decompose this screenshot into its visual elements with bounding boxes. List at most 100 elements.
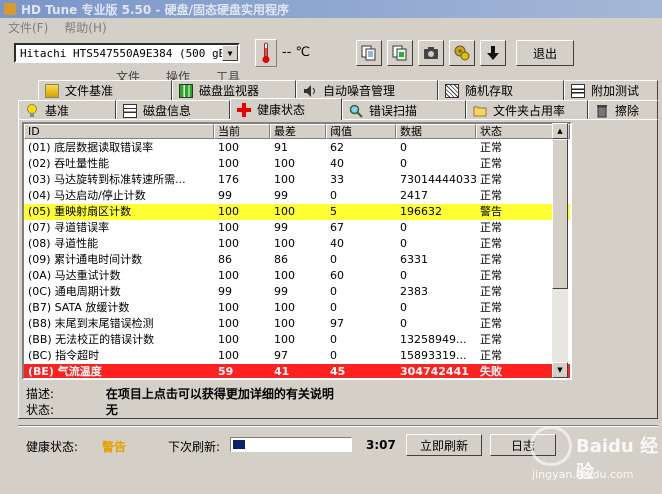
cell-threshold: 62 <box>330 141 344 154</box>
cell-worst: 97 <box>274 349 288 362</box>
cell-threshold: 0 <box>330 349 337 362</box>
tab-aam-label: 自动噪音管理 <box>323 84 396 98</box>
tab-folder-usage[interactable]: 文件夹占用率 <box>466 100 588 120</box>
tab-random-access-label: 随机存取 <box>465 84 514 98</box>
tab-error-scan[interactable]: 错误扫描 <box>342 100 466 120</box>
scroll-down-icon[interactable]: ▼ <box>552 362 568 378</box>
cell-id: (BC) 指令超时 <box>28 349 100 362</box>
cell-threshold: 0 <box>330 253 337 266</box>
tab-operation[interactable]: 操作 <box>166 68 190 80</box>
table-row[interactable]: (BB) 无法校正的错误计数 100 100 0 13258949... 正常 <box>24 332 570 348</box>
file-benchmark-icon <box>45 83 59 98</box>
col-current[interactable]: 当前 <box>214 124 270 139</box>
drive-select[interactable]: Hitachi HTS547550A9E384 (500 gB) ▼ <box>14 43 240 63</box>
tab-erase[interactable]: 擦除 <box>588 100 658 120</box>
description-value: 在项目上点击可以获得更加详细的有关说明 <box>105 387 334 401</box>
table-row[interactable]: (05) 重映射扇区计数 100 100 5 196632 警告 <box>24 204 570 220</box>
tab-erase-label: 擦除 <box>615 104 640 118</box>
menu-help[interactable]: 帮助(H) <box>64 19 106 36</box>
menu-file[interactable]: 文件(F) <box>8 19 48 36</box>
exit-button[interactable]: 退出 <box>516 40 574 66</box>
scroll-up-icon[interactable]: ▲ <box>552 123 568 139</box>
cell-data: 0 <box>400 237 407 250</box>
cell-id: (07) 寻道错误率 <box>28 221 110 234</box>
tab-disk-monitor[interactable]: 磁盘监视器 <box>172 80 296 100</box>
title-bar: HD Tune 专业版 5.50 - 硬盘/固态硬盘实用程序 <box>0 0 662 18</box>
table-row[interactable]: (B8) 末尾到末尾错误检测 100 100 97 0 正常 <box>24 316 570 332</box>
copy-text-button[interactable] <box>356 40 382 66</box>
cell-data: 196632 <box>400 205 442 218</box>
table-row[interactable]: (BE) 气流温度 59 41 45 304742441 失败 <box>24 364 570 378</box>
table-row[interactable]: (08) 寻道性能 100 100 40 0 正常 <box>24 236 570 252</box>
scroll-thumb[interactable] <box>552 139 568 289</box>
table-row[interactable]: (BC) 指令超时 100 97 0 15893319... 正常 <box>24 348 570 364</box>
cell-current: 100 <box>218 221 239 234</box>
table-row[interactable]: (04) 马达启动/停止计数 99 99 0 2417 正常 <box>24 188 570 204</box>
screenshot-button[interactable] <box>418 40 444 66</box>
cell-worst: 100 <box>274 301 295 314</box>
tab-disk-info[interactable]: 磁盘信息 <box>116 100 230 120</box>
camera-icon <box>424 47 438 59</box>
options-button[interactable] <box>449 40 475 66</box>
copy-table-button[interactable] <box>387 40 413 66</box>
status-value: 无 <box>105 403 118 417</box>
table-row[interactable]: (0C) 通电周期计数 99 99 0 2383 正常 <box>24 284 570 300</box>
table-row[interactable]: (B7) SATA 放缓计数 100 100 0 0 正常 <box>24 300 570 316</box>
description-area: 描述: 在项目上点击可以获得更加详细的有关说明 状态: 无 <box>26 386 334 418</box>
tab-file[interactable]: 文件 <box>116 68 140 80</box>
disk-info-icon <box>123 103 137 118</box>
table-row[interactable]: (01) 底层数据读取错误率 100 91 62 0 正常 <box>24 140 570 156</box>
table-row[interactable]: (09) 累计通电时间计数 86 86 0 6331 正常 <box>24 252 570 268</box>
table-row[interactable]: (02) 吞吐量性能 100 100 40 0 正常 <box>24 156 570 172</box>
cell-data: 0 <box>400 141 407 154</box>
cell-data: 2383 <box>400 285 428 298</box>
table-row[interactable]: (0A) 马达重试计数 100 100 60 0 正常 <box>24 268 570 284</box>
smart-table[interactable]: ID 当前 最差 阈值 数据 状态 (01) 底层数据读取错误率 100 91 62 0… <box>22 122 572 380</box>
refresh-progress-bar <box>230 437 352 452</box>
cell-worst: 100 <box>274 269 295 282</box>
cell-worst: 100 <box>274 205 295 218</box>
tab-benchmark[interactable]: 基准 <box>18 100 116 120</box>
cell-current: 100 <box>218 157 239 170</box>
col-worst[interactable]: 最差 <box>270 124 326 139</box>
lightbulb-icon <box>25 103 39 118</box>
col-threshold[interactable]: 阈值 <box>326 124 396 139</box>
tab-row-1: 文件基准 磁盘监视器 自动噪音管理 随机存取 附加测试 <box>0 80 662 100</box>
tab-extra-tests[interactable]: 附加测试 <box>564 80 658 100</box>
save-button[interactable] <box>480 40 506 66</box>
chevron-down-icon[interactable]: ▼ <box>222 45 238 61</box>
thermometer-icon <box>255 39 277 67</box>
cell-worst: 100 <box>274 173 295 186</box>
cell-id: (0A) 马达重试计数 <box>28 269 121 282</box>
tab-folder-usage-label: 文件夹占用率 <box>493 104 566 118</box>
tab-benchmark-label: 基准 <box>45 104 70 118</box>
cell-worst: 86 <box>274 253 288 266</box>
table-row[interactable]: (07) 寻道错误率 100 99 67 0 正常 <box>24 220 570 236</box>
refresh-now-button[interactable]: 立即刷新 <box>406 434 482 456</box>
speaker-icon <box>303 84 317 98</box>
cell-threshold: 40 <box>330 157 344 170</box>
tab-random-access[interactable]: 随机存取 <box>438 80 564 100</box>
table-row[interactable]: (03) 马达旋转到标准转速所需... 176 100 33 73014444033 正常 <box>24 172 570 188</box>
tab-error-scan-label: 错误扫描 <box>369 104 418 118</box>
cell-worst: 99 <box>274 189 288 202</box>
cell-worst: 41 <box>274 365 290 378</box>
cell-threshold: 40 <box>330 237 344 250</box>
menu-bar: 文件(F) 帮助(H) <box>0 18 662 36</box>
tab-aam[interactable]: 自动噪音管理 <box>296 80 438 100</box>
cell-id: (0C) 通电周期计数 <box>28 285 121 298</box>
cell-current: 100 <box>218 317 239 330</box>
col-id[interactable]: ID <box>24 124 214 139</box>
cell-threshold: 60 <box>330 269 344 282</box>
tab-file-benchmark[interactable]: 文件基准 <box>38 80 172 100</box>
disk-monitor-icon <box>179 83 193 98</box>
cell-current: 99 <box>218 285 232 298</box>
table-scrollbar[interactable]: ▲ ▼ <box>552 123 568 378</box>
trash-icon <box>595 104 609 118</box>
cell-data: 2417 <box>400 189 428 202</box>
tab-tools[interactable]: 工具 <box>216 68 240 80</box>
tab-health[interactable]: 健康状态 <box>230 98 342 120</box>
col-data[interactable]: 数据 <box>396 124 476 139</box>
cell-current: 100 <box>218 333 239 346</box>
cell-current: 100 <box>218 269 239 282</box>
